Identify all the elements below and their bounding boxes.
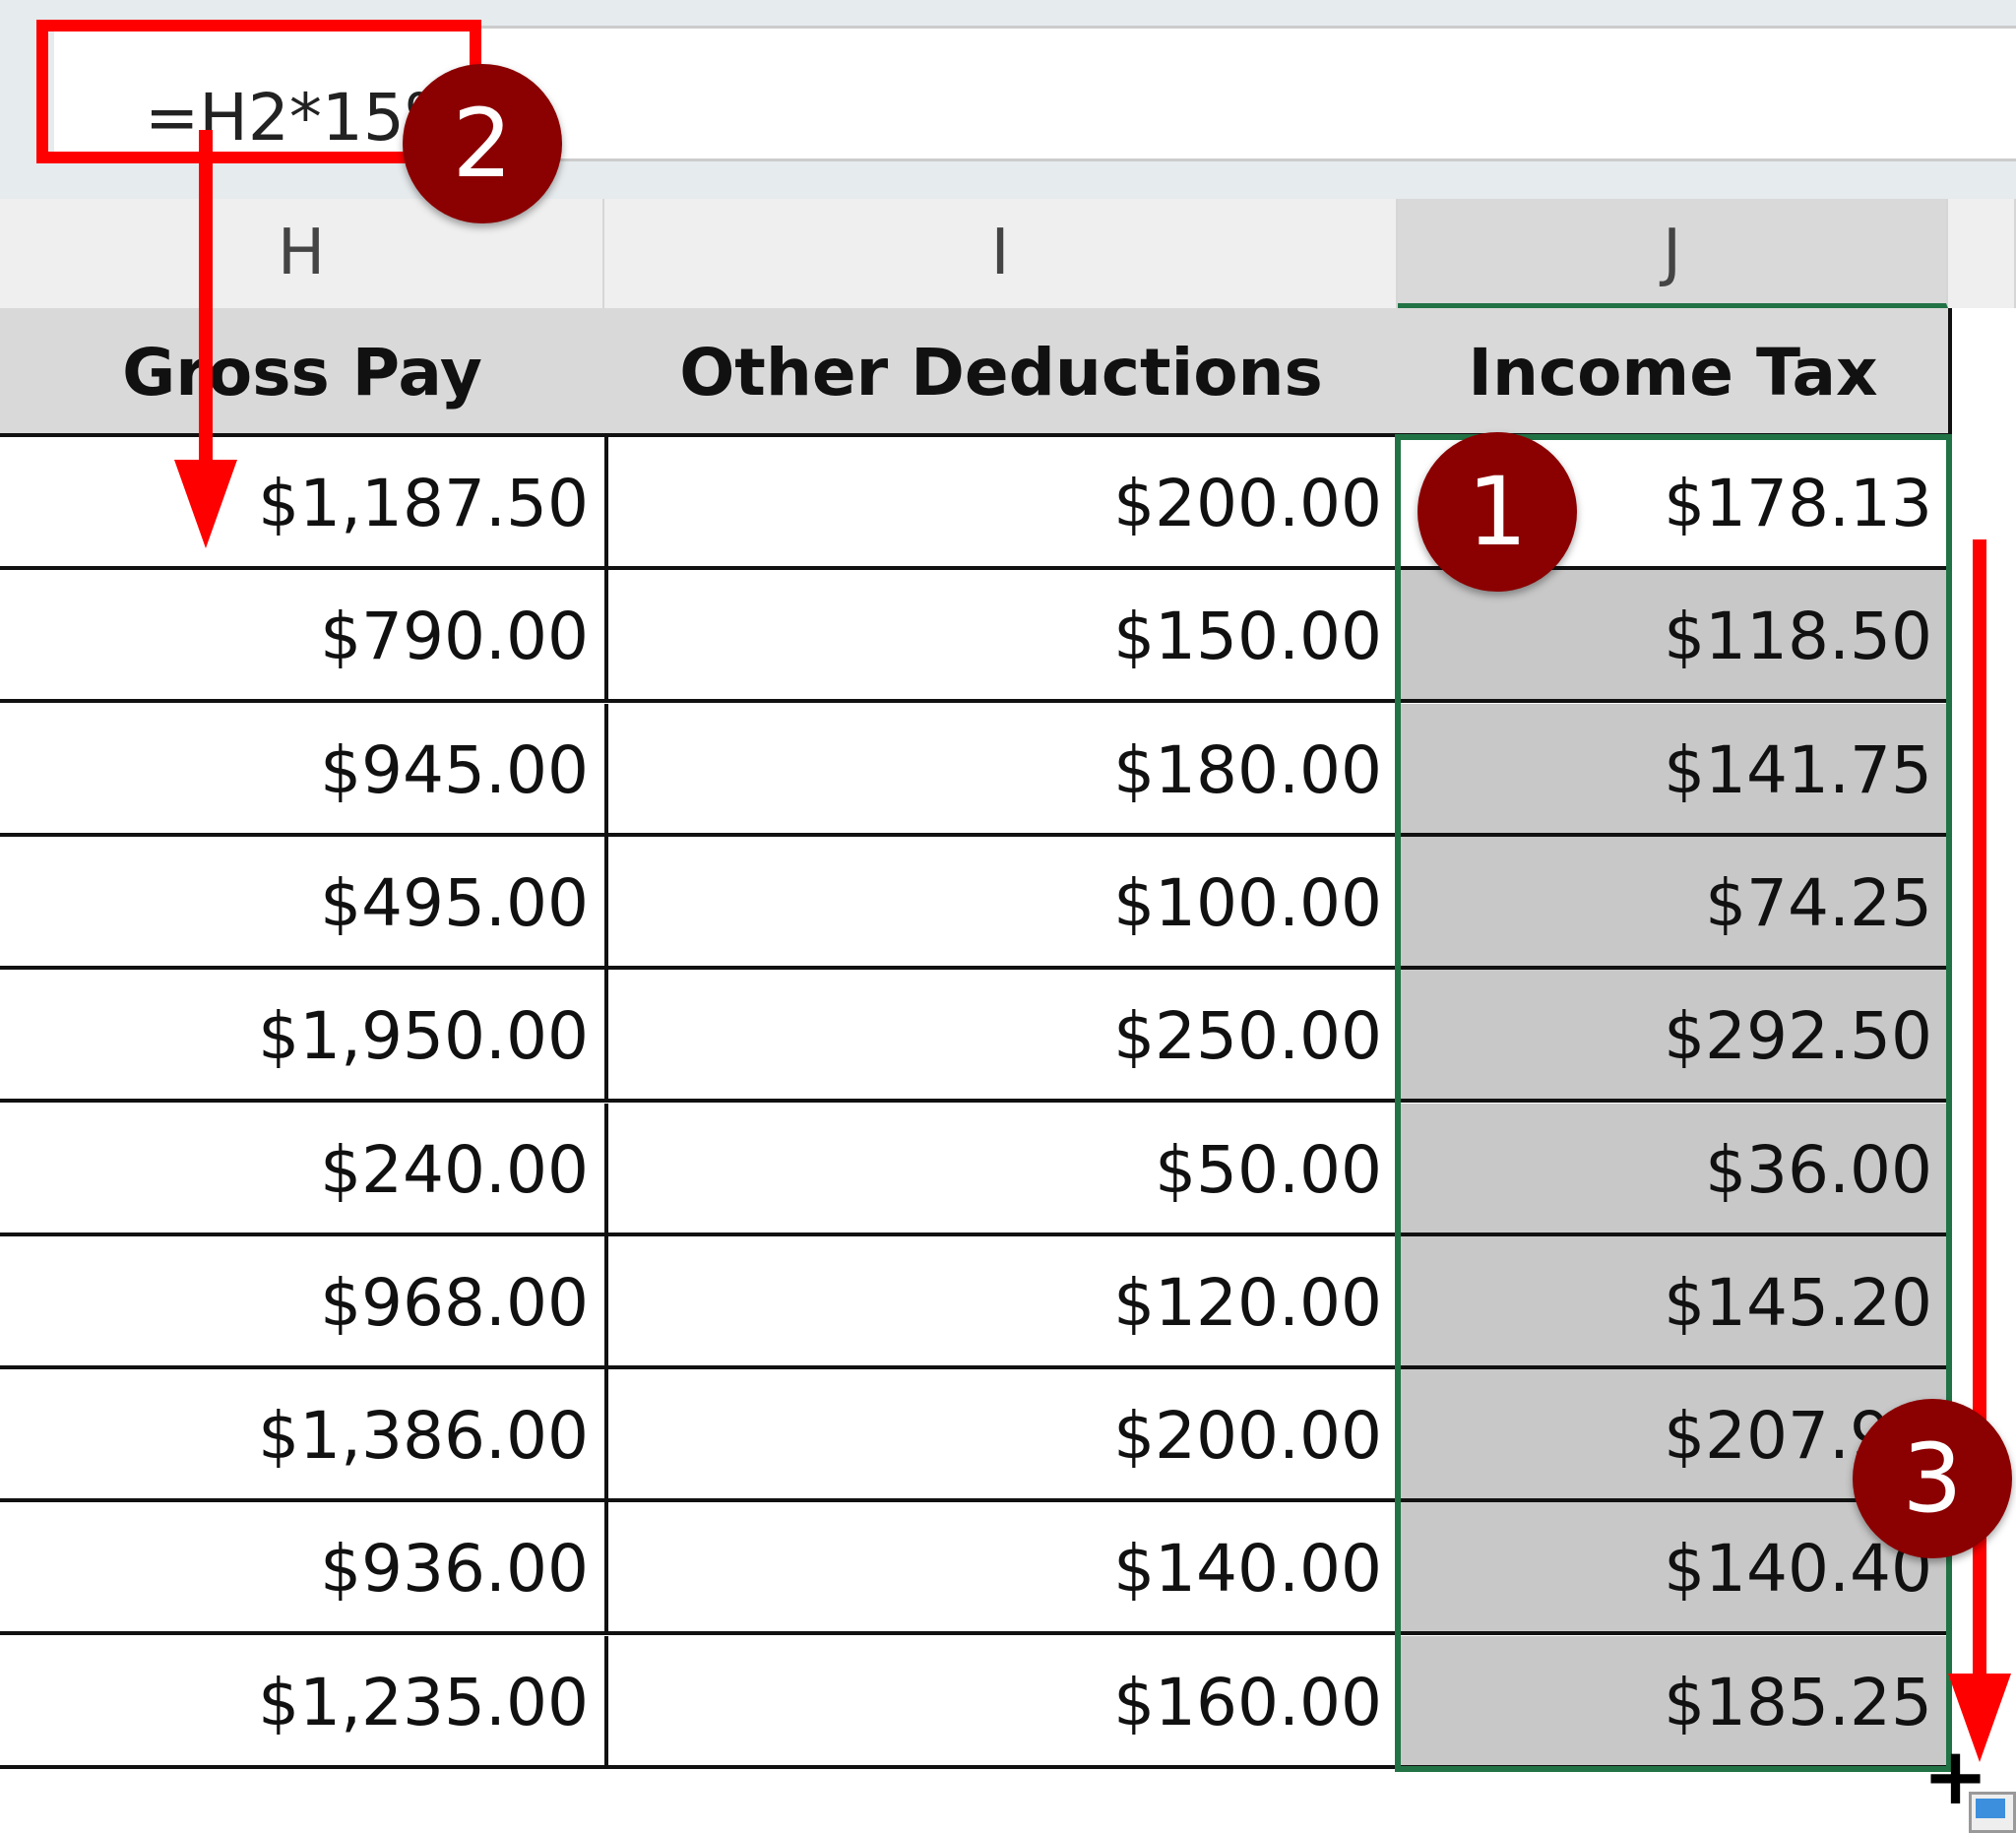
cell-other-deductions[interactable]: $120.00 (604, 1235, 1402, 1369)
step-badge-1: 1 (1418, 432, 1577, 592)
cell-income-tax[interactable]: $141.75 (1398, 703, 1952, 837)
cell-income-tax[interactable]: $145.20 (1398, 1235, 1952, 1369)
cell-other-deductions[interactable]: $50.00 (604, 1103, 1402, 1236)
header-cell-gross-pay[interactable]: Gross Pay (0, 308, 608, 437)
cell-gross-pay[interactable]: $936.00 (0, 1502, 608, 1636)
column-header-k[interactable] (1948, 199, 2016, 308)
cell-other-deductions[interactable]: $200.00 (604, 437, 1402, 570)
cell-gross-pay[interactable]: $790.00 (0, 570, 608, 704)
cell-income-tax[interactable]: $118.50 (1398, 570, 1952, 704)
column-header-i[interactable]: I (604, 199, 1398, 308)
step-badge-2: 2 (403, 64, 562, 223)
column-header-j[interactable]: J (1398, 199, 1948, 308)
arrow-formula-to-cell (199, 130, 213, 470)
arrow-head-down-icon (174, 460, 237, 548)
cell-gross-pay[interactable]: $240.00 (0, 1103, 608, 1236)
cell-other-deductions[interactable]: $100.00 (604, 836, 1402, 970)
cell-other-deductions[interactable]: $160.00 (604, 1635, 1402, 1769)
cell-gross-pay[interactable]: $495.00 (0, 836, 608, 970)
cell-income-tax[interactable]: $36.00 (1398, 1103, 1952, 1236)
cell-gross-pay[interactable]: $1,235.00 (0, 1635, 608, 1769)
cell-gross-pay[interactable]: $945.00 (0, 703, 608, 837)
cell-other-deductions[interactable]: $250.00 (604, 970, 1402, 1104)
cell-income-tax[interactable]: $74.25 (1398, 836, 1952, 970)
header-cell-other-deductions[interactable]: Other Deductions (604, 308, 1402, 437)
cell-other-deductions[interactable]: $200.00 (604, 1369, 1402, 1503)
cell-gross-pay[interactable]: $968.00 (0, 1235, 608, 1369)
cell-other-deductions[interactable]: $150.00 (604, 570, 1402, 704)
cell-gross-pay[interactable]: $1,950.00 (0, 970, 608, 1104)
cell-gross-pay[interactable]: $1,386.00 (0, 1369, 608, 1503)
cell-gross-pay[interactable]: $1,187.50 (0, 437, 608, 570)
cell-income-tax[interactable]: $185.25 (1398, 1635, 1952, 1769)
cell-income-tax[interactable]: $292.50 (1398, 970, 1952, 1104)
auto-fill-options-icon[interactable] (1969, 1792, 2016, 1833)
cell-other-deductions[interactable]: $180.00 (604, 703, 1402, 837)
cell-other-deductions[interactable]: $140.00 (604, 1502, 1402, 1636)
step-badge-3: 3 (1853, 1399, 2012, 1558)
header-cell-income-tax[interactable]: Income Tax (1398, 308, 1952, 437)
